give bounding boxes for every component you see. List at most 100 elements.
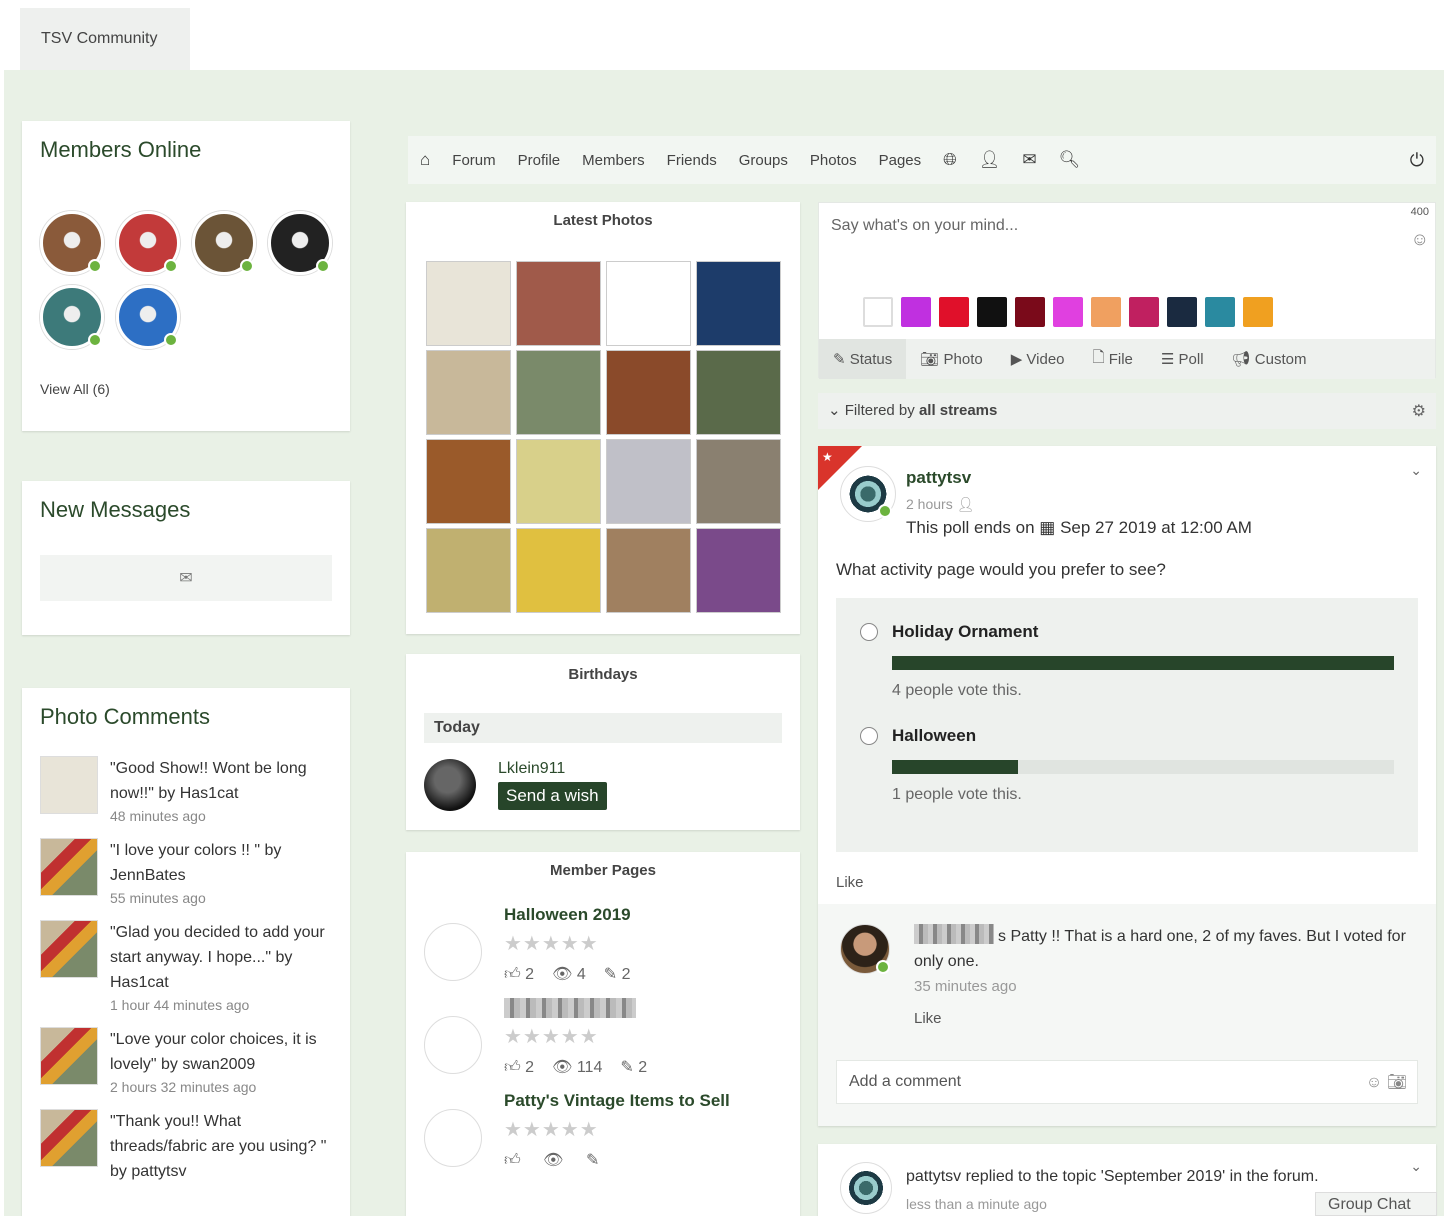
member-avatar[interactable] (40, 211, 104, 275)
member-avatar[interactable] (40, 285, 104, 349)
community-tab[interactable]: TSV Community (20, 8, 190, 70)
gear-icon[interactable]: ⚙ (1412, 401, 1426, 421)
member-avatar[interactable] (116, 285, 180, 349)
nav-members[interactable]: Members (582, 152, 645, 169)
tab-status[interactable]: ✎ Status (819, 339, 907, 379)
list-item[interactable]: "Good Show!! Wont be long now!!" by Has1… (40, 756, 332, 826)
stream-filter[interactable]: ⌄ Filtered by all streams ⚙ (818, 393, 1436, 429)
post-author[interactable]: pattytsv (906, 468, 971, 488)
nav-photos[interactable]: Photos (810, 152, 857, 169)
avatar[interactable] (424, 759, 476, 811)
list-item[interactable]: "I love your colors !! " by JennBates 55 … (40, 838, 332, 908)
photo-thumbnail[interactable] (40, 920, 98, 978)
globe-icon[interactable]: 🌐︎ (943, 150, 957, 170)
add-comment-input[interactable]: Add a comment ☺ 📷︎ (836, 1060, 1418, 1104)
color-swatch[interactable] (1129, 297, 1159, 327)
envelope-icon[interactable]: ✉ (1022, 150, 1036, 170)
tab-video[interactable]: ▶ Video (997, 339, 1079, 379)
avatar[interactable] (424, 1016, 482, 1074)
camera-icon[interactable]: 📷︎ (1387, 1074, 1407, 1091)
avatar[interactable] (840, 1162, 892, 1214)
photo-thumbnail[interactable] (696, 261, 781, 346)
photo-thumbnail[interactable] (426, 261, 511, 346)
photo-comments-widget: Photo Comments "Good Show!! Wont be long… (22, 688, 350, 1216)
like-link[interactable]: Like (836, 874, 864, 891)
photo-thumbnail[interactable] (426, 439, 511, 524)
photo-thumbnail[interactable] (606, 439, 691, 524)
tab-poll[interactable]: ☰ Poll (1147, 339, 1218, 379)
rating-stars[interactable]: ★★★★★ (504, 931, 648, 956)
color-swatch[interactable] (863, 297, 893, 327)
list-item[interactable]: Halloween 2019 ★★★★★ 👍︎ 2 👁︎ 4 ✎ 2 (424, 905, 782, 984)
chevron-down-icon[interactable]: ⌄ (1410, 462, 1422, 479)
nav-groups[interactable]: Groups (739, 152, 788, 169)
color-swatch[interactable] (1243, 297, 1273, 327)
photo-thumbnail[interactable] (40, 756, 98, 814)
photo-thumbnail[interactable] (40, 1027, 98, 1085)
list-item[interactable]: "Love your color choices, it is lovely" … (40, 1027, 332, 1097)
poll-option-label[interactable]: Halloween (860, 726, 1394, 746)
messages-button[interactable]: ✉ (40, 555, 332, 601)
nav-pages[interactable]: Pages (879, 152, 922, 169)
page-name[interactable]: Patty's Vintage Items to Sell (504, 1091, 730, 1111)
emoji-icon[interactable]: ☺ (1366, 1074, 1382, 1091)
member-avatar[interactable] (116, 211, 180, 275)
rating-stars[interactable]: ★★★★★ (504, 1024, 665, 1049)
color-swatch[interactable] (1167, 297, 1197, 327)
nav-profile[interactable]: Profile (518, 152, 561, 169)
color-swatch[interactable] (1053, 297, 1083, 327)
list-item[interactable]: "Glad you decided to add your start anyw… (40, 920, 332, 1015)
view-all-link[interactable]: View All (6) (40, 381, 332, 397)
nav-forum[interactable]: Forum (452, 152, 495, 169)
list-item[interactable]: ★★★★★ 👍︎ 2 👁︎ 114 ✎ 2 (424, 998, 782, 1077)
list-item[interactable]: "Thank you!! What threads/fabric are you… (40, 1109, 332, 1184)
comment-like-link[interactable]: Like (914, 1010, 942, 1027)
user-add-icon[interactable]: 👤︎ (979, 150, 1001, 170)
tab-file[interactable]: 🗋︎ File (1079, 339, 1147, 379)
list-item[interactable]: Patty's Vintage Items to Sell ★★★★★ 👍︎ 👁︎ … (424, 1091, 782, 1170)
member-avatar[interactable] (192, 211, 256, 275)
home-icon[interactable]: ⌂ (420, 150, 430, 170)
status-input[interactable]: Say what's on your mind... (819, 203, 1435, 249)
color-swatch[interactable] (1205, 297, 1235, 327)
color-swatch[interactable] (977, 297, 1007, 327)
color-swatch[interactable] (1015, 297, 1045, 327)
tab-custom[interactable]: 📢︎ Custom (1218, 339, 1321, 379)
photo-thumbnail[interactable] (696, 528, 781, 613)
photo-thumbnail[interactable] (696, 350, 781, 435)
photo-thumbnail[interactable] (516, 439, 601, 524)
nav-friends[interactable]: Friends (667, 152, 717, 169)
photo-thumbnail[interactable] (40, 838, 98, 896)
photo-thumbnail[interactable] (516, 528, 601, 613)
photo-thumbnail[interactable] (516, 350, 601, 435)
photo-thumbnail[interactable] (606, 261, 691, 346)
emoji-icon[interactable]: ☺ (1411, 229, 1429, 250)
photo-thumbnail[interactable] (426, 528, 511, 613)
avatar[interactable] (424, 923, 482, 981)
photo-thumbnail[interactable] (606, 350, 691, 435)
color-swatch[interactable] (939, 297, 969, 327)
power-icon[interactable]: ⏻ (1410, 150, 1424, 171)
birthday-name[interactable]: Lklein911 (498, 760, 607, 778)
search-icon[interactable]: 🔍︎ (1059, 150, 1081, 170)
rating-stars[interactable]: ★★★★★ (504, 1117, 730, 1142)
member-avatar[interactable] (268, 211, 332, 275)
photo-thumbnail[interactable] (516, 261, 601, 346)
poll-option-label[interactable]: Holiday Ornament (860, 622, 1394, 642)
page-name[interactable]: Halloween 2019 (504, 905, 648, 925)
chevron-down-icon[interactable]: ⌄ (1410, 1158, 1422, 1175)
photo-thumbnail[interactable] (696, 439, 781, 524)
photo-thumbnail[interactable] (426, 350, 511, 435)
tab-photo[interactable]: 📷︎ Photo (906, 339, 996, 379)
poll-ends-date: Sep 27 2019 at 12:00 AM (1060, 518, 1252, 537)
new-messages-title: New Messages (40, 497, 191, 522)
avatar[interactable] (424, 1109, 482, 1167)
color-swatch[interactable] (901, 297, 931, 327)
photo-thumbnail[interactable] (40, 1109, 98, 1167)
radio-button[interactable] (860, 623, 878, 641)
radio-button[interactable] (860, 727, 878, 745)
color-swatch[interactable] (1091, 297, 1121, 327)
photo-thumbnail[interactable] (606, 528, 691, 613)
group-chat-button[interactable]: Group Chat (1315, 1192, 1437, 1216)
send-wish-button[interactable]: Send a wish (498, 782, 607, 810)
